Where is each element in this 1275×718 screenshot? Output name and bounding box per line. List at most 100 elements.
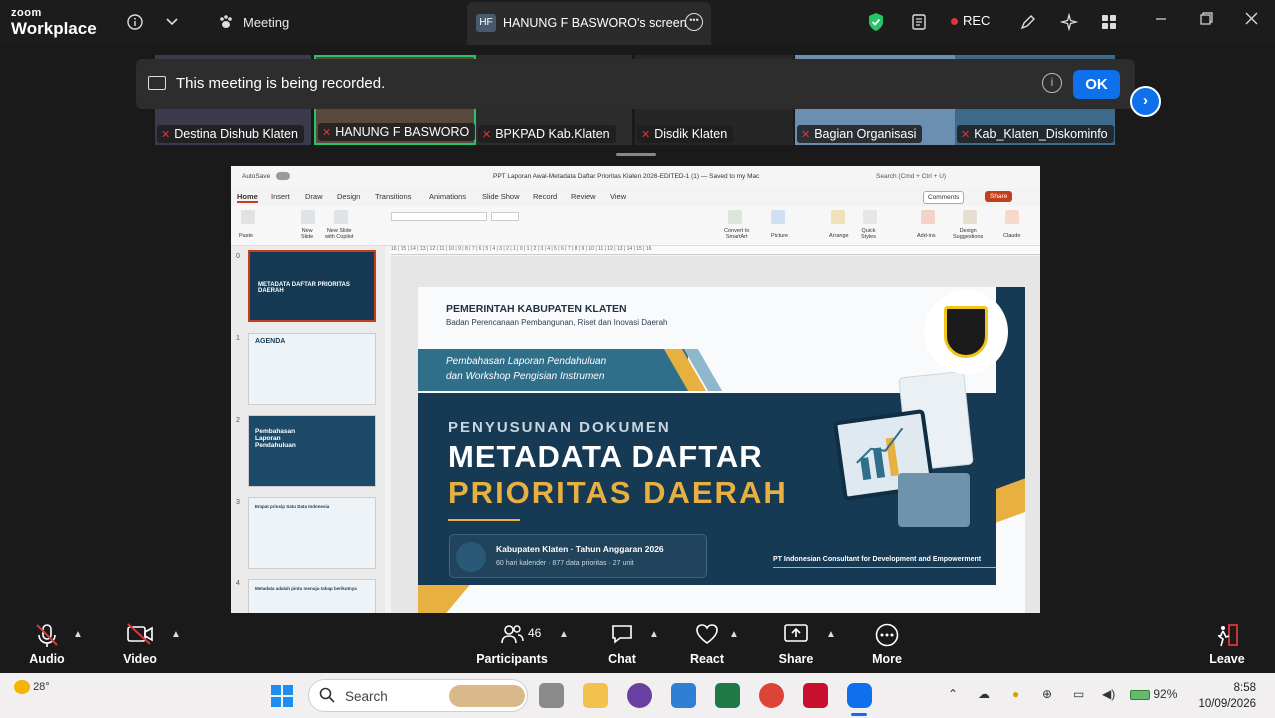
vpn-globe-icon[interactable] bbox=[627, 683, 652, 708]
addins-label: Add-ins bbox=[917, 233, 936, 239]
notes-icon[interactable] bbox=[907, 10, 931, 34]
audio-button[interactable]: Audio bbox=[28, 623, 66, 666]
muted-mic-icon: ✕ bbox=[801, 129, 811, 141]
claude-icon bbox=[1005, 210, 1019, 224]
windows-start-icon[interactable] bbox=[271, 685, 293, 707]
notepad-icon[interactable] bbox=[671, 683, 696, 708]
new-slide-label: New Slide bbox=[301, 228, 314, 241]
more-options-icon[interactable]: ••• bbox=[685, 13, 703, 31]
thumbnail-title: Metadata adalah pintu menuju tahap berik… bbox=[255, 586, 357, 591]
meeting-info-icon[interactable] bbox=[123, 10, 147, 34]
video-button[interactable]: Video bbox=[120, 623, 160, 666]
taskbar-search-box[interactable]: Search bbox=[308, 679, 528, 712]
recording-indicator[interactable]: REC bbox=[951, 13, 990, 28]
weather-widget[interactable]: 28° bbox=[14, 680, 50, 694]
arrange-icon bbox=[831, 210, 845, 224]
volume-icon[interactable]: ◀) bbox=[1102, 687, 1115, 701]
chevron-up-icon: ▲ bbox=[649, 629, 659, 640]
minimize-icon[interactable] bbox=[1155, 12, 1167, 28]
document-title: PPT Laporan Awal-Metadata Daftar Priorit… bbox=[493, 173, 760, 180]
share-screen-icon bbox=[777, 623, 815, 651]
location-tray-icon[interactable]: ⊕ bbox=[1042, 687, 1052, 701]
leave-button[interactable]: Leave bbox=[1208, 623, 1246, 666]
tab-home: Home bbox=[237, 192, 258, 203]
more-dots-icon bbox=[869, 623, 905, 651]
battery-level-icon bbox=[1130, 689, 1150, 700]
file-explorer-icon[interactable] bbox=[583, 683, 608, 708]
new-slide-icon bbox=[301, 210, 315, 224]
chevron-up-icon: ▲ bbox=[171, 629, 181, 640]
shared-powerpoint-window: AutoSave PPT Laporan Awal-Metadata Dafta… bbox=[231, 166, 1040, 613]
slide-thumbnail: AGENDA bbox=[248, 333, 376, 405]
info-icon[interactable]: i bbox=[1042, 73, 1062, 93]
resize-drag-handle[interactable] bbox=[616, 153, 656, 156]
leave-label: Leave bbox=[1209, 652, 1245, 666]
participant-name-tag: ✕ Kab_Klaten_Diskominfo bbox=[957, 125, 1114, 143]
restore-icon[interactable] bbox=[1200, 12, 1213, 28]
participant-name: Disdik Klaten bbox=[654, 127, 728, 141]
slide-title-line1: METADATA DAFTAR bbox=[448, 439, 763, 474]
ai-companion-icon[interactable] bbox=[1057, 10, 1081, 34]
ok-button[interactable]: OK bbox=[1073, 70, 1120, 99]
chevron-up-icon: ▲ bbox=[826, 629, 836, 640]
meeting-tab-label[interactable]: Meeting bbox=[243, 15, 289, 30]
folder-illustration bbox=[898, 473, 970, 527]
participant-name-tag: ✕ HANUNG F BASWORO bbox=[318, 123, 476, 141]
design-suggestions-label: Design Suggestions bbox=[953, 228, 984, 241]
slide-thumbnail: METADATA DAFTAR PRIORITAS DAERAH bbox=[248, 250, 376, 322]
thumbnail-title: Empat prinsip Satu Data Indonesia bbox=[255, 504, 330, 509]
mcafee-icon[interactable] bbox=[803, 683, 828, 708]
muted-mic-icon: ✕ bbox=[641, 129, 651, 141]
system-clock[interactable]: 8:58 10/09/2026 bbox=[1194, 680, 1256, 712]
annotate-pen-icon[interactable] bbox=[1016, 10, 1040, 34]
picture-icon bbox=[771, 210, 785, 224]
close-icon[interactable] bbox=[1245, 12, 1258, 28]
search-placeholder: Search bbox=[345, 689, 388, 704]
apps-grid-icon[interactable] bbox=[1097, 10, 1121, 34]
slide-event-line2: dan Workshop Pengisian Instrumen bbox=[446, 371, 605, 382]
participant-name: Bagian Organisasi bbox=[814, 127, 917, 141]
battery-icon[interactable]: 92% bbox=[1130, 687, 1177, 701]
chevron-down-icon[interactable] bbox=[160, 10, 184, 34]
smartart-icon bbox=[728, 210, 742, 224]
chevron-up-icon: ▲ bbox=[559, 629, 569, 640]
convert-smartart-label: Convert to SmartArt bbox=[724, 228, 750, 241]
react-button[interactable]: React bbox=[688, 623, 726, 666]
tab-draw: Draw bbox=[305, 192, 323, 201]
participant-name: HANUNG F BASWORO bbox=[335, 125, 470, 139]
security-shield-icon[interactable] bbox=[864, 10, 888, 34]
more-button[interactable]: More bbox=[869, 623, 905, 666]
slide-number: 3 bbox=[236, 499, 240, 506]
microphone-tray-icon[interactable]: ● bbox=[1012, 687, 1019, 701]
clock-date: 10/09/2026 bbox=[1198, 698, 1256, 710]
share-screen-button[interactable]: Share bbox=[777, 623, 815, 666]
chat-label: Chat bbox=[608, 652, 636, 666]
recording-notice-text: This meeting is being recorded. bbox=[176, 75, 386, 92]
next-page-chevron-icon[interactable]: › bbox=[1130, 86, 1161, 117]
new-slide-copilot-label: New Slide with Copilot bbox=[325, 228, 354, 241]
battery-percent: 92% bbox=[1153, 687, 1178, 701]
task-view-icon[interactable] bbox=[539, 683, 564, 708]
excel-icon[interactable] bbox=[715, 683, 740, 708]
autosave-toggle: AutoSave bbox=[242, 173, 271, 180]
font-name-box bbox=[391, 212, 487, 221]
display-tray-icon[interactable]: ▭ bbox=[1073, 687, 1084, 701]
paste-icon bbox=[241, 210, 255, 224]
onedrive-cloud-icon[interactable]: ☁ bbox=[978, 687, 990, 701]
chrome-icon[interactable] bbox=[759, 683, 784, 708]
slide-org-subtitle: Badan Perencanaan Pembangunan, Riset dan… bbox=[446, 318, 668, 327]
react-label: React bbox=[689, 652, 725, 666]
tab-record: Record bbox=[533, 192, 558, 201]
tab-animations: Animations bbox=[429, 192, 467, 201]
addins-icon bbox=[921, 210, 935, 224]
quick-styles-icon bbox=[863, 210, 877, 224]
chevron-up-tray-icon[interactable]: ⌃ bbox=[948, 687, 958, 701]
share-label: Share bbox=[778, 652, 814, 666]
ppt-ribbon: Paste New Slide New Slide with Copilot C… bbox=[231, 206, 1040, 246]
search-icon bbox=[319, 687, 335, 706]
paste-label: Paste bbox=[239, 233, 254, 239]
shared-screen-tab[interactable]: HF HANUNG F BASWORO's screen ••• bbox=[467, 2, 711, 45]
zoom-app-icon[interactable] bbox=[847, 683, 872, 708]
chat-button[interactable]: Chat bbox=[604, 623, 640, 666]
slide-title-line2: PRIORITAS DAERAH bbox=[448, 475, 788, 510]
